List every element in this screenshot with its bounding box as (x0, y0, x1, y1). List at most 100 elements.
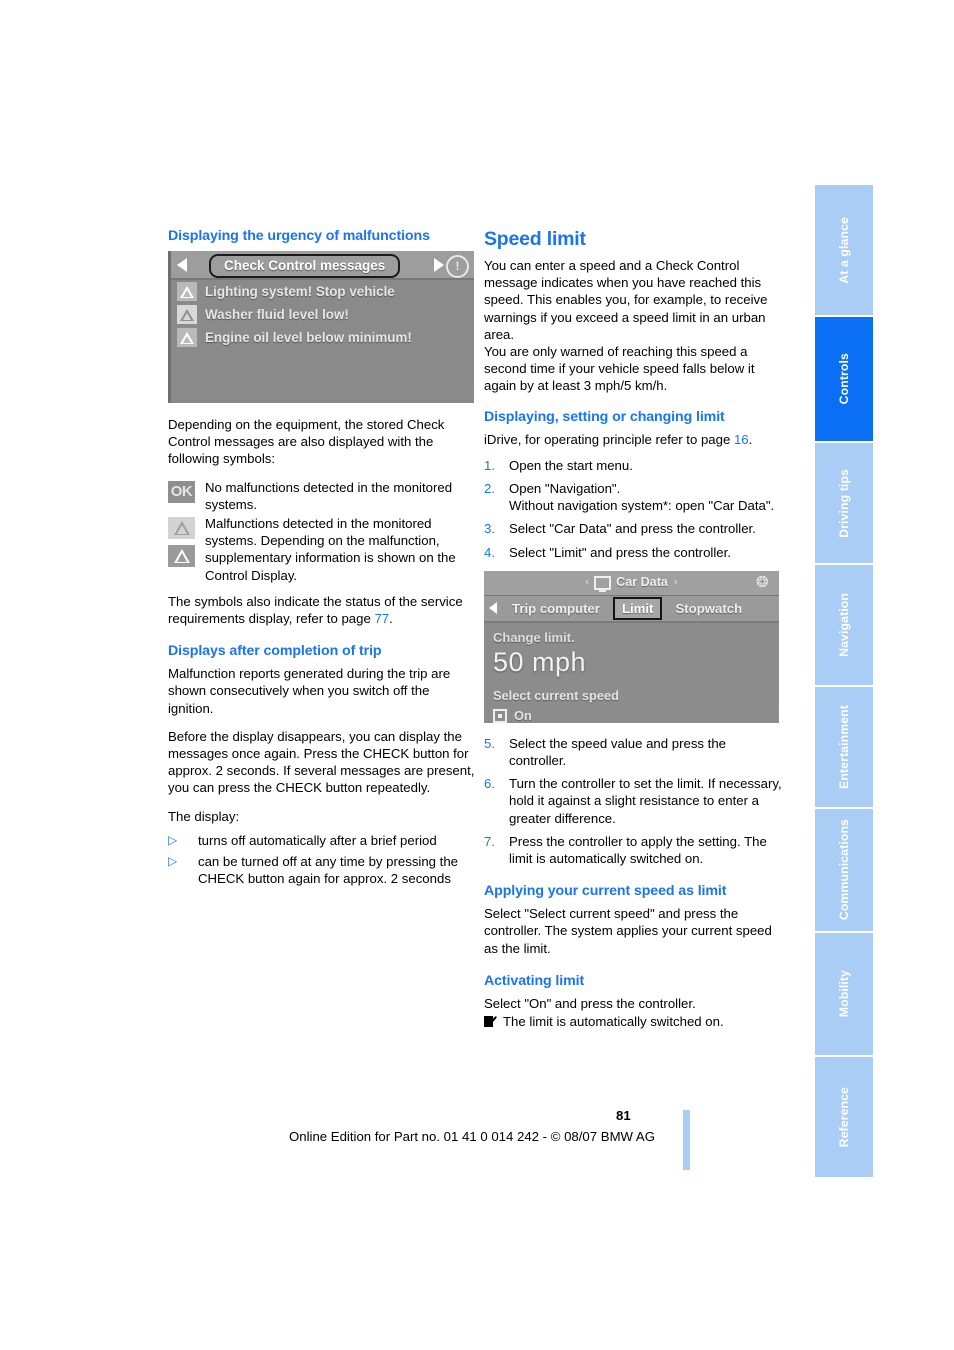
check-control-display-image: Check Control messages ! Lighting system… (168, 251, 474, 403)
limit-value[interactable]: 50 mph (493, 647, 779, 677)
change-limit-label: Change limit. (493, 629, 575, 645)
check-control-title-tab: Check Control messages (209, 254, 401, 278)
arrow-left-icon (177, 258, 187, 272)
tab-mobility[interactable]: Mobility (815, 933, 873, 1055)
list-item: 3. Select "Car Data" and press the contr… (484, 520, 784, 537)
display-label: The display: (168, 808, 240, 824)
step-text: Press the controller to apply the settin… (509, 833, 767, 867)
step-number: 6. (484, 776, 495, 792)
steps-list-first: 1. Open the start menu. 2. Open "Navigat… (484, 457, 784, 561)
list-item-text: can be turned off at any time by pressin… (198, 854, 459, 887)
step-number: 1. (484, 457, 495, 473)
car-data-display-image: ‹ Car Data › ❂ Trip computer Limit Stopw… (484, 570, 779, 723)
step-text: Select "Car Data" and press the controll… (509, 521, 756, 537)
right-column: Speed limit You can enter a speed and a … (484, 228, 784, 1030)
chapter-tab-strip: At a glance Controls Driving tips Naviga… (815, 185, 873, 1179)
arrow-right-icon (434, 258, 444, 272)
check-control-message-row: Washer fluid level low! (171, 303, 474, 326)
list-item: 2. Open "Navigation". Without navigation… (484, 480, 784, 514)
trip-paragraph-1: Malfunction reports generated during the… (168, 666, 451, 716)
list-item: 7. Press the controller to apply the set… (484, 833, 784, 867)
page-reference-link[interactable]: 77 (374, 611, 389, 626)
idrive-note: iDrive, for operating principle refer to… (484, 431, 784, 448)
message-text: Engine oil level below minimum! (205, 329, 412, 345)
tab-label: Navigation (837, 593, 851, 657)
symbol-definition-warning: Malfunctions detected in the monitored s… (168, 515, 478, 584)
applying-paragraph: Select "Select current speed" and press … (484, 906, 772, 956)
section-heading-setting-limit: Displaying, setting or changing limit (484, 408, 725, 425)
check-control-message-row: Engine oil level below minimum! (171, 326, 474, 349)
tab-controls[interactable]: Controls (815, 317, 873, 441)
check-control-message-row: Lighting system! Stop vehicle (171, 280, 474, 303)
symbol-definition-ok: OK No malfunctions detected in the monit… (168, 479, 478, 513)
tab-entertainment[interactable]: Entertainment (815, 687, 873, 807)
tab-trip-computer[interactable]: Trip computer (504, 600, 608, 617)
tab-label: At a glance (837, 216, 851, 284)
section-heading-urgency: Displaying the urgency of malfunctions (168, 228, 430, 244)
symbol-box (168, 515, 197, 584)
footer-accent-bar (683, 1110, 690, 1170)
list-item: ▷ turns off automatically after a brief … (168, 832, 478, 849)
tab-label: Controls (837, 353, 851, 405)
list-item: 5. Select the speed value and press the … (484, 735, 784, 769)
step-text: Turn the controller to set the limit. If… (509, 776, 782, 826)
arrow-left-icon (489, 602, 497, 615)
tab-label: Mobility (837, 970, 851, 1018)
list-item: 6. Turn the controller to set the limit.… (484, 775, 784, 827)
step-text: Select "Limit" and press the controller. (509, 544, 731, 560)
step-text: Open the start menu. (509, 457, 633, 473)
on-checkbox-row[interactable]: On (493, 707, 779, 723)
checkbox-checked-icon (484, 1016, 498, 1029)
list-item: 4. Select "Limit" and press the controll… (484, 544, 784, 561)
check-control-topbar: Check Control messages ! (171, 251, 474, 280)
service-note-period: . (389, 611, 393, 627)
intro-paragraph: Depending on the equipment, the stored C… (168, 417, 445, 467)
check-control-message-list: Lighting system! Stop vehicle Washer flu… (171, 280, 474, 349)
tab-reference[interactable]: Reference (815, 1057, 873, 1177)
idrive-note-text: iDrive, for operating principle refer to… (484, 431, 734, 447)
activating-paragraph: Select "On" and press the controller. (484, 995, 696, 1011)
step-number: 5. (484, 735, 495, 751)
tab-label: Communications (837, 819, 851, 921)
checkbox-icon[interactable] (493, 708, 507, 723)
edition-notice: Online Edition for Part no. 01 41 0 014 … (289, 1129, 655, 1144)
step-number: 2. (484, 481, 495, 497)
tab-limit[interactable]: Limit (612, 596, 663, 620)
car-data-tabs: Trip computer Limit Stopwatch (484, 595, 779, 623)
tab-label: Reference (837, 1086, 851, 1148)
tab-communications[interactable]: Communications (815, 809, 873, 931)
triangle-bullet-icon: ▷ (168, 854, 178, 869)
step-number: 4. (484, 544, 495, 560)
warning-triangle-filled-icon (177, 282, 197, 301)
warning-triangle-filled-icon (177, 328, 197, 347)
on-label: On (514, 708, 532, 723)
tab-at-a-glance[interactable]: At a glance (815, 185, 873, 315)
display-behaviour-list: ▷ turns off automatically after a brief … (168, 832, 478, 888)
steps-list-second: 5. Select the speed value and press the … (484, 735, 784, 867)
service-requirements-note: The symbols also indicate the status of … (168, 593, 478, 627)
manual-page: Displaying the urgency of malfunctions C… (0, 0, 954, 1350)
list-item-text: turns off automatically after a brief pe… (198, 832, 437, 848)
tab-stopwatch[interactable]: Stopwatch (667, 600, 750, 617)
message-text: Washer fluid level low! (205, 306, 349, 322)
monitor-icon (594, 576, 612, 593)
message-text: Lighting system! Stop vehicle (205, 283, 395, 299)
select-current-speed-option[interactable]: Select current speed (493, 687, 779, 704)
warning-circle-icon: ! (446, 255, 469, 278)
carat-left-icon: ‹ (585, 576, 590, 589)
car-data-header: ‹ Car Data › ❂ (484, 570, 779, 596)
tab-label: Entertainment (837, 705, 851, 789)
page-reference-link[interactable]: 16 (734, 432, 749, 447)
symbol-definition-text: No malfunctions detected in the monitore… (205, 479, 453, 512)
tab-driving-tips[interactable]: Driving tips (815, 443, 873, 563)
section-heading-applying-speed: Applying your current speed as limit (484, 883, 727, 900)
speed-limit-paragraph-2: You are only warned of reaching this spe… (484, 344, 755, 394)
tab-navigation[interactable]: Navigation (815, 565, 873, 685)
car-data-body: Change limit. 50 mph Select current spee… (484, 623, 779, 723)
warning-triangle-white-icon (168, 545, 195, 568)
car-data-title: Car Data (616, 575, 668, 590)
tab-label: Driving tips (837, 468, 851, 538)
page-title: Speed limit (484, 228, 586, 250)
trip-paragraph-2: Before the display disappears, you can d… (168, 728, 475, 796)
controller-gem-icon: ❂ (756, 573, 769, 591)
